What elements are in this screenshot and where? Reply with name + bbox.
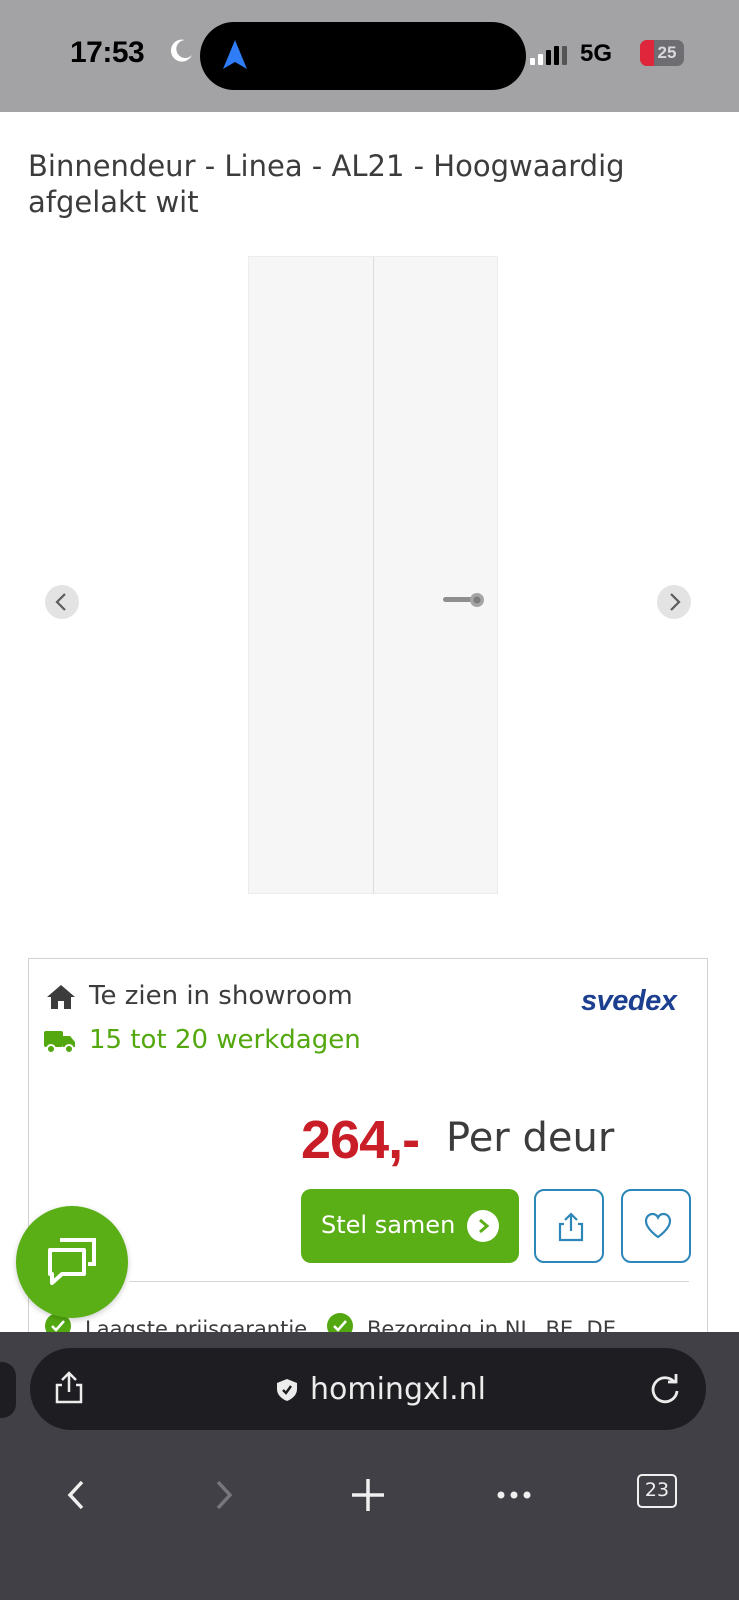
price-unit: Per deur	[446, 1115, 615, 1161]
door-panel-divider	[373, 257, 374, 893]
configure-button-label: Stel samen	[321, 1211, 456, 1239]
share-button[interactable]	[534, 1189, 604, 1263]
share-icon[interactable]	[52, 1370, 86, 1406]
tabs-button[interactable]: 23	[637, 1474, 677, 1508]
door-handle	[443, 592, 485, 608]
dynamic-island	[200, 22, 526, 90]
status-bar: 17:53 5G 25	[0, 0, 739, 112]
brand-logo: svedex	[581, 985, 677, 1017]
url-text[interactable]: homingxl.nl	[310, 1372, 486, 1407]
delivery-time: 15 tot 20 werkdagen	[89, 1025, 361, 1055]
battery-percentage: 25	[657, 43, 677, 62]
truck-icon	[43, 1027, 75, 1055]
gallery-next-button[interactable]	[657, 585, 691, 619]
chevron-right-circle-icon	[467, 1210, 499, 1242]
forward-button[interactable]	[198, 1470, 248, 1520]
more-button[interactable]	[489, 1470, 539, 1520]
signal-icon	[528, 44, 576, 66]
forward-icon	[216, 1480, 233, 1510]
product-info-card: Te zien in showroom 15 tot 20 werkdagen …	[28, 958, 708, 1358]
product-title: Binnendeur - Linea - AL21 - Hoogwaardig …	[28, 149, 625, 219]
chat-button[interactable]	[16, 1206, 128, 1318]
configure-button[interactable]: Stel samen	[301, 1189, 519, 1263]
battery-icon: 25	[640, 40, 684, 66]
browser-toolbar: homingxl.nl 23	[0, 1332, 739, 1600]
chevron-left-icon	[55, 593, 66, 611]
network-type: 5G	[580, 40, 613, 67]
status-time: 17:53	[70, 36, 145, 69]
showroom-text: Te zien in showroom	[89, 981, 353, 1011]
back-button[interactable]	[52, 1470, 102, 1520]
chevron-right-icon	[670, 593, 681, 611]
location-arrow-icon	[220, 38, 250, 72]
share-icon	[558, 1212, 584, 1242]
product-image[interactable]	[248, 256, 498, 894]
more-icon	[497, 1491, 531, 1499]
moon-icon	[168, 38, 194, 64]
wishlist-button[interactable]	[621, 1189, 691, 1263]
shield-icon	[276, 1378, 298, 1402]
gallery-prev-button[interactable]	[45, 585, 79, 619]
reload-icon[interactable]	[648, 1372, 682, 1406]
divider	[129, 1281, 689, 1282]
heart-icon	[644, 1212, 672, 1239]
plus-icon	[352, 1479, 384, 1511]
new-tab-button[interactable]	[343, 1470, 393, 1520]
screen: 17:53 5G 25 Binnendeur - Linea - AL21 - …	[0, 0, 739, 1600]
previous-tab-edge[interactable]	[0, 1362, 16, 1418]
back-icon	[67, 1480, 84, 1510]
chat-icon	[48, 1238, 96, 1285]
price: 264,-	[301, 1110, 420, 1170]
address-bar[interactable]: homingxl.nl	[30, 1348, 706, 1430]
home-icon	[45, 983, 77, 1011]
tab-count: 23	[644, 1479, 670, 1501]
